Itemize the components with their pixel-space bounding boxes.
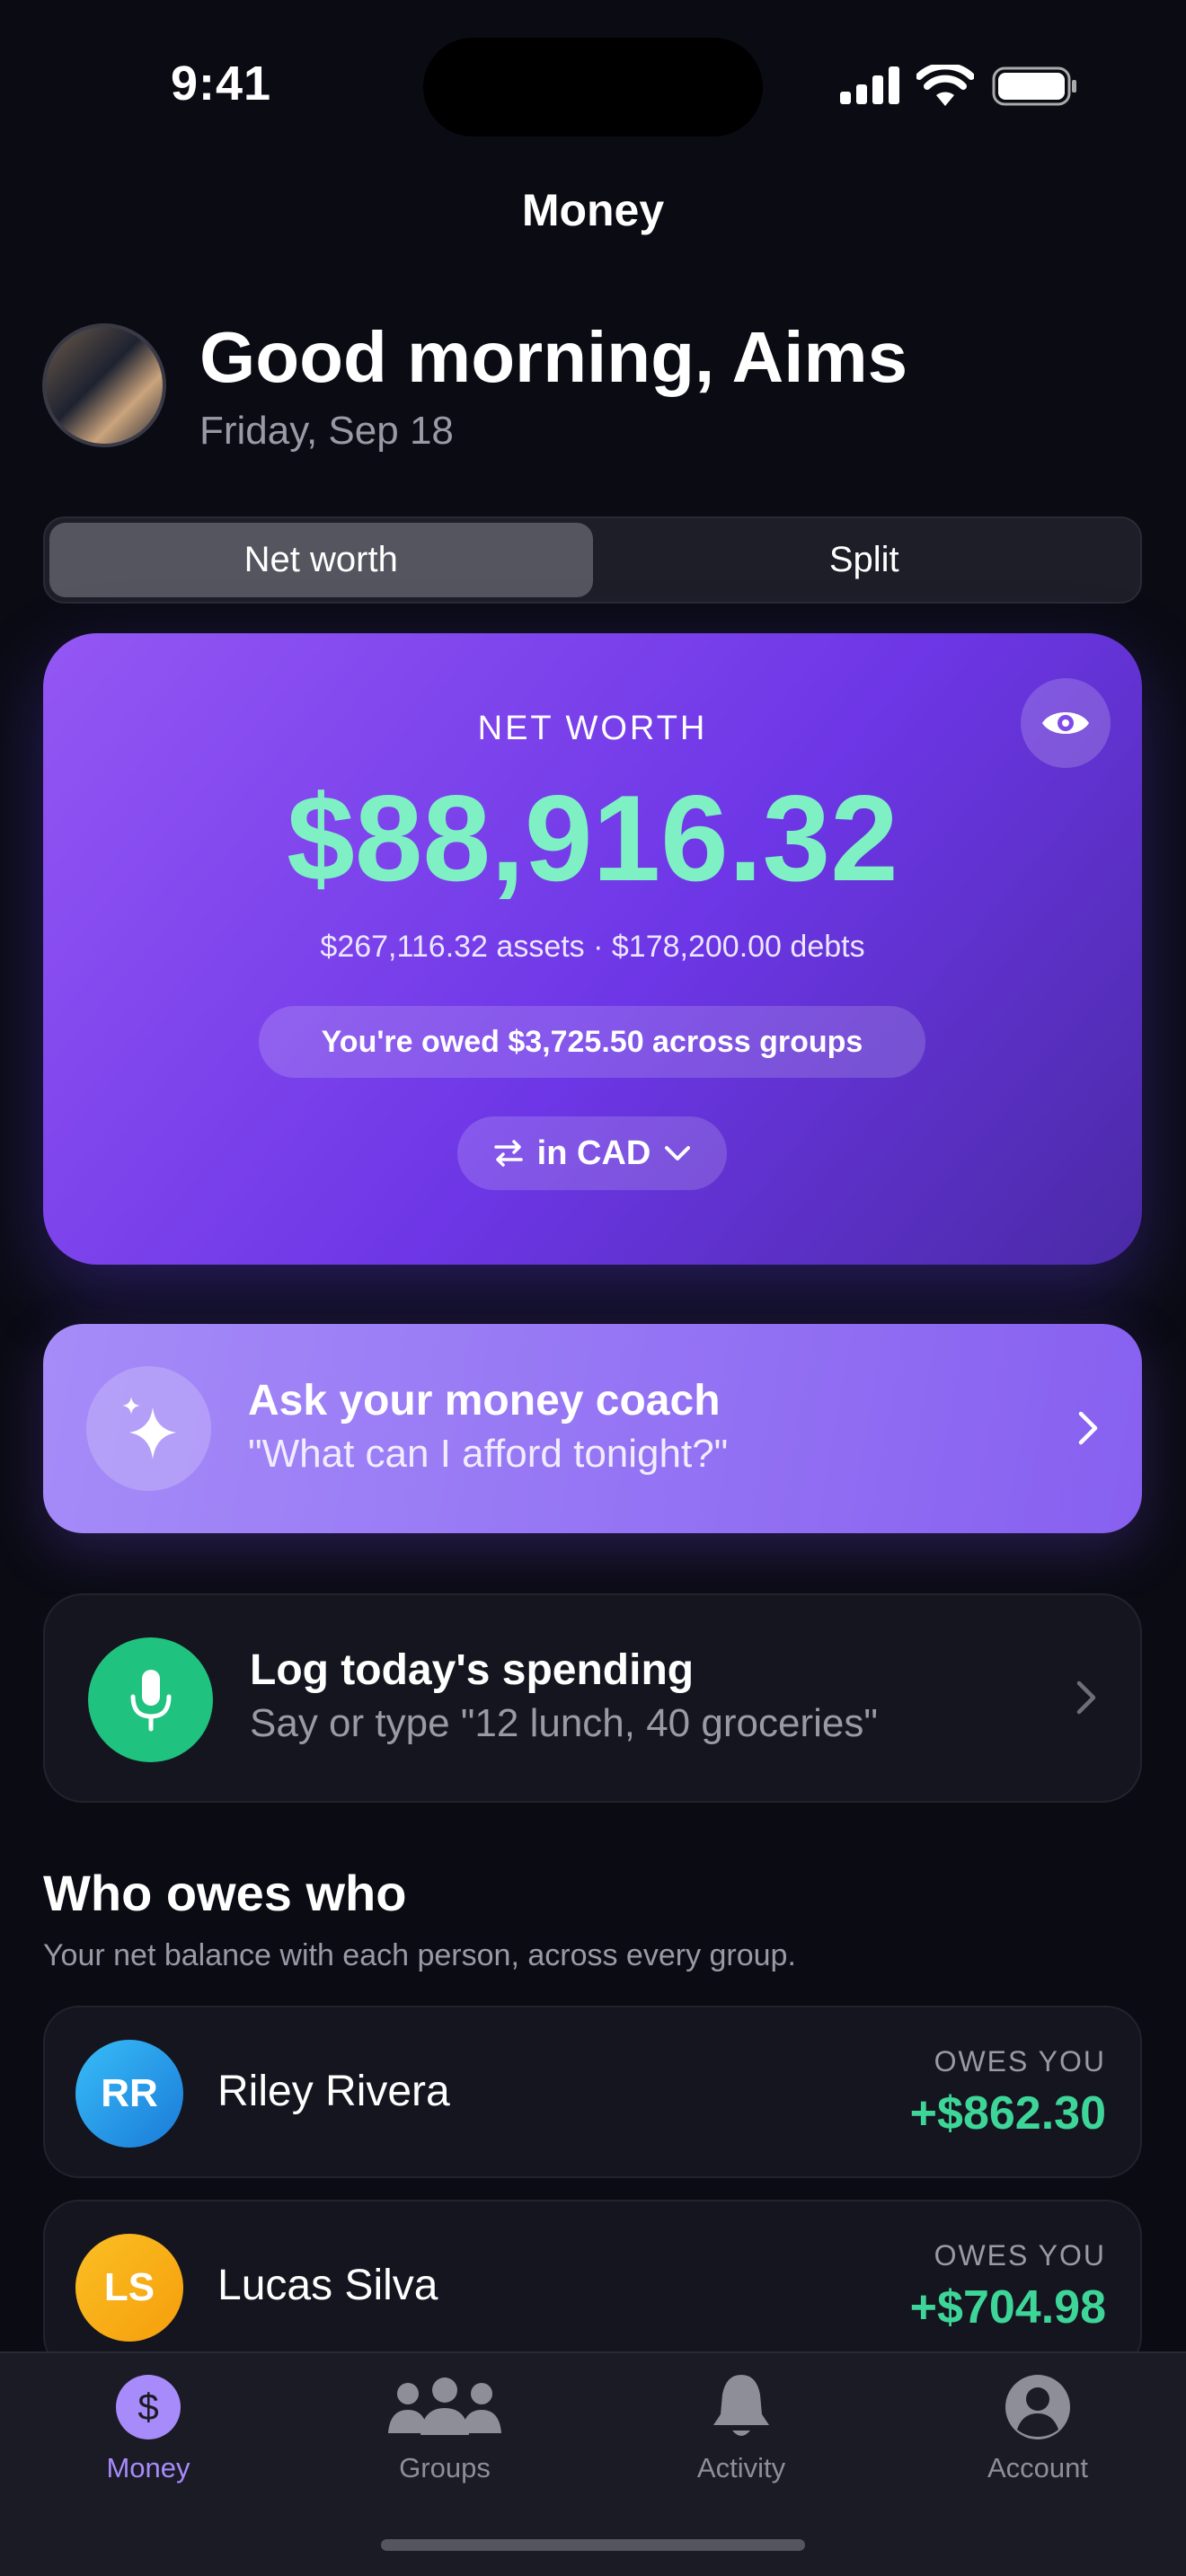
- tab-groups[interactable]: Groups: [296, 2353, 593, 2506]
- swap-arrows-icon: [493, 1140, 523, 1167]
- segment-split[interactable]: Split: [593, 523, 1137, 597]
- log-spending-title: Log today's spending: [250, 1646, 695, 1694]
- person-row[interactable]: LS Lucas Silva OWES YOU +$704.98: [43, 2200, 1142, 2372]
- tab-account[interactable]: Account: [890, 2353, 1186, 2506]
- battery-icon: [992, 66, 1076, 106]
- greeting-title: Good morning, Aims: [199, 317, 908, 397]
- owed-summary-pill[interactable]: You're owed $3,725.50 across groups: [259, 1006, 925, 1078]
- owe-amount: +$704.98: [909, 2281, 1106, 2333]
- status-time: 9:41: [171, 57, 272, 110]
- tab-money[interactable]: $ Money: [0, 2353, 296, 2506]
- person-name: Riley Rivera: [217, 2068, 450, 2115]
- tab-label: Account: [987, 2452, 1088, 2483]
- tab-label: Activity: [696, 2452, 786, 2483]
- home-indicator: [381, 2539, 805, 2551]
- chevron-right-icon: [1076, 1681, 1096, 1715]
- microphone-icon: [130, 1669, 171, 1731]
- chevron-down-icon: [665, 1146, 691, 1160]
- person-avatar: LS: [75, 2234, 183, 2342]
- net-worth-amount: $88,916.32: [287, 770, 898, 906]
- greeting-date: Friday, Sep 18: [199, 409, 454, 453]
- chevron-right-icon: [1078, 1411, 1098, 1445]
- log-spending-subtitle: Say or type "12 lunch, 40 groceries": [250, 1701, 878, 1745]
- currency-button[interactable]: in CAD: [457, 1116, 727, 1190]
- mic-icon-circle: [88, 1637, 213, 1762]
- net-worth-card: NET WORTH $88,916.32 $267,116.32 assets …: [43, 633, 1142, 1265]
- owe-status: OWES YOU: [934, 2045, 1106, 2078]
- log-spending-card[interactable]: Log today's spending Say or type "12 lun…: [43, 1593, 1142, 1803]
- who-owes-subtitle: Your net balance with each person, acros…: [43, 1938, 796, 1972]
- people-icon: [388, 2378, 501, 2435]
- net-worth-breakdown: $267,116.32 assets · $178,200.00 debts: [320, 930, 865, 964]
- currency-label: in CAD: [536, 1134, 651, 1172]
- coach-subtitle: "What can I afford tonight?": [248, 1432, 729, 1476]
- dollar-icon: $: [116, 2375, 181, 2439]
- dynamic-island: [423, 38, 763, 137]
- person-row[interactable]: RR Riley Rivera OWES YOU +$862.30: [43, 2006, 1142, 2178]
- coach-icon-circle: [86, 1366, 211, 1491]
- svg-text:$: $: [137, 2386, 158, 2428]
- tab-label: Groups: [399, 2452, 491, 2483]
- person-name: Lucas Silva: [217, 2262, 438, 2309]
- tab-label: Money: [106, 2452, 190, 2483]
- owe-status: OWES YOU: [934, 2239, 1106, 2272]
- person-avatar: RR: [75, 2040, 183, 2148]
- sparkles-icon: [121, 1396, 176, 1460]
- person-icon: [1005, 2375, 1070, 2439]
- nav-title: Money: [521, 185, 665, 235]
- view-segmented-control: Net worth Split: [43, 516, 1142, 604]
- wifi-icon: [916, 65, 974, 106]
- coach-title: Ask your money coach: [248, 1377, 721, 1425]
- owe-amount: +$862.30: [909, 2087, 1106, 2139]
- money-coach-card[interactable]: Ask your money coach "What can I afford …: [43, 1324, 1142, 1533]
- profile-avatar[interactable]: [42, 323, 166, 447]
- tab-activity[interactable]: Activity: [593, 2353, 890, 2506]
- who-owes-title: Who owes who: [43, 1865, 407, 1921]
- cellular-signal-icon: [840, 66, 899, 104]
- net-worth-label: NET WORTH: [477, 710, 708, 747]
- status-bar: 9:41: [0, 0, 1186, 171]
- bell-icon: [713, 2375, 769, 2436]
- segment-net-worth[interactable]: Net worth: [49, 523, 593, 597]
